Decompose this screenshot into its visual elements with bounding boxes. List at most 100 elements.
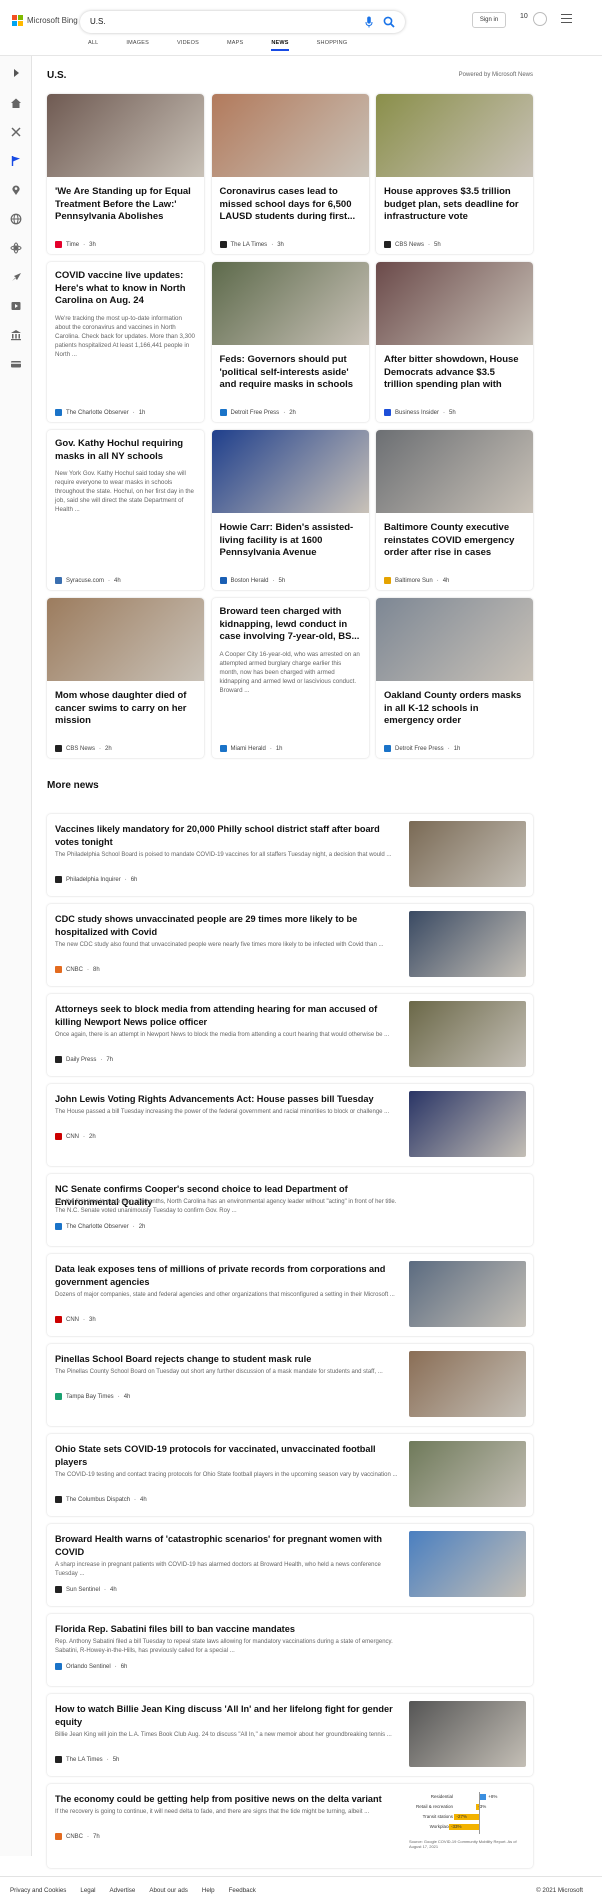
footer-link-feedback[interactable]: Feedback [229,1887,256,1894]
tab-shopping[interactable]: SHOPPING [317,40,348,51]
news-list-item[interactable]: The economy could be getting help from p… [47,1784,533,1868]
tab-videos[interactable]: VIDEOS [177,40,199,51]
tab-maps[interactable]: MAPS [227,40,243,51]
news-card-title[interactable]: Feds: Governors should put 'political se… [212,345,369,392]
news-item-source[interactable]: Tampa Bay Times · 4h [55,1393,130,1400]
footer-link-advertise[interactable]: Advertise [110,1887,136,1894]
search-box[interactable]: U.S. [80,11,405,33]
footer-link-about-our-ads[interactable]: About our ads [149,1887,188,1894]
news-card-image[interactable] [376,430,533,513]
news-card-image[interactable] [211,262,369,345]
news-card-title[interactable]: Howie Carr: Biden's assisted-living faci… [212,513,369,560]
money-icon[interactable] [10,358,22,370]
news-card-source[interactable]: The Charlotte Observer · 1h [55,409,145,416]
news-card[interactable]: House approves $3.5 trillion budget plan… [376,94,533,254]
news-item-source[interactable]: The Charlotte Observer · 2h [55,1223,145,1230]
footer-link-legal[interactable]: Legal [80,1887,95,1894]
news-card-title[interactable]: Baltimore County executive reinstates CO… [376,513,533,560]
news-list-item[interactable]: Data leak exposes tens of millions of pr… [47,1254,533,1336]
news-card[interactable]: Howie Carr: Biden's assisted-living faci… [211,430,369,590]
news-list-item[interactable]: Florida Rep. Sabatini files bill to ban … [47,1614,533,1686]
news-card-source[interactable]: Boston Herald · 5h [219,577,285,584]
menu-hamburger-icon[interactable] [561,14,572,23]
news-item-source[interactable]: CNN · 2h [55,1133,96,1140]
news-card-source[interactable]: Baltimore Sun · 4h [384,577,449,584]
news-card-title[interactable]: House approves $3.5 trillion budget plan… [376,177,533,224]
world-icon[interactable] [10,213,22,225]
news-list-item[interactable]: John Lewis Voting Rights Advancements Ac… [47,1084,533,1166]
news-item-source[interactable]: CNBC · 7h [55,1833,100,1840]
search-input[interactable]: U.S. [90,17,106,26]
news-item-source[interactable]: The Columbus Dispatch · 4h [55,1496,147,1503]
news-list-item[interactable]: Vaccines likely mandatory for 20,000 Phi… [47,814,533,896]
news-card[interactable]: Coronavirus cases lead to missed school … [211,94,369,254]
news-item-title[interactable]: CDC study shows unvaccinated people are … [55,913,400,938]
tech-icon[interactable] [10,271,22,283]
news-item-title[interactable]: Pinellas School Board rejects change to … [55,1353,400,1366]
news-card-title[interactable]: After bitter showdown, House Democrats a… [376,345,533,392]
microphone-icon[interactable] [365,16,373,28]
sports-icon[interactable] [10,126,22,138]
sign-in-button[interactable]: Sign in [472,12,506,28]
news-item-source[interactable]: Daily Press · 7h [55,1056,113,1063]
news-card[interactable]: Baltimore County executive reinstates CO… [376,430,533,590]
news-card[interactable]: COVID vaccine live updates: Here's what … [47,262,204,422]
news-item-title[interactable]: How to watch Billie Jean King discuss 'A… [55,1703,400,1728]
news-card-image[interactable] [376,262,533,345]
news-item-thumbnail[interactable] [409,1261,526,1327]
news-card-source[interactable]: Miami Herald · 1h [219,745,283,752]
news-card[interactable]: After bitter showdown, House Democrats a… [376,262,533,422]
news-item-source[interactable]: Sun Sentinel · 4h [55,1586,117,1593]
news-item-thumbnail[interactable] [409,1001,526,1067]
news-card[interactable]: Broward teen charged with kidnapping, le… [211,598,369,758]
news-card[interactable]: Gov. Kathy Hochul requiring masks in all… [47,430,204,590]
news-item-title[interactable]: Florida Rep. Sabatini files bill to ban … [55,1623,400,1636]
news-item-title[interactable]: Vaccines likely mandatory for 20,000 Phi… [55,823,400,848]
news-card[interactable]: Feds: Governors should put 'political se… [211,262,369,422]
expand-icon[interactable] [10,67,22,79]
news-item-source[interactable]: CNBC · 8h [55,966,100,973]
news-item-source[interactable]: CNN · 3h [55,1316,96,1323]
news-card[interactable]: 'We Are Standing up for Equal Treatment … [47,94,204,254]
news-card-image[interactable] [211,94,369,177]
news-list-item[interactable]: Broward Health warns of 'catastrophic sc… [47,1524,533,1606]
tab-news[interactable]: NEWS [271,40,289,51]
news-item-thumbnail[interactable] [409,821,526,887]
news-card-source[interactable]: Detroit Free Press · 1h [384,745,460,752]
news-card-title[interactable]: COVID vaccine live updates: Here's what … [47,262,204,308]
science-icon[interactable] [10,242,22,254]
location-icon[interactable] [10,184,22,196]
news-card-image[interactable] [376,598,533,681]
news-item-title[interactable]: Broward Health warns of 'catastrophic sc… [55,1533,400,1558]
news-item-title[interactable]: Data leak exposes tens of millions of pr… [55,1263,400,1288]
news-item-thumbnail[interactable] [409,1091,526,1157]
news-card-title[interactable]: Mom whose daughter died of cancer swims … [47,681,204,728]
news-card-image[interactable] [47,94,204,177]
news-card[interactable]: Mom whose daughter died of cancer swims … [47,598,204,758]
politics-icon[interactable] [10,329,22,341]
bing-logo[interactable]: Microsoft Bing [12,15,78,26]
flag-icon[interactable] [10,155,22,167]
tab-all[interactable]: ALL [88,40,98,51]
rewards-trophy-icon[interactable] [533,12,547,26]
news-item-thumbnail[interactable] [409,1531,526,1597]
news-card-source[interactable]: Detroit Free Press · 2h [219,409,296,416]
search-icon[interactable] [383,16,395,28]
news-card-image[interactable] [376,94,533,177]
news-card-title[interactable]: Gov. Kathy Hochul requiring masks in all… [47,430,204,463]
news-list-item[interactable]: Pinellas School Board rejects change to … [47,1344,533,1426]
news-card[interactable]: Oakland County orders masks in all K-12 … [376,598,533,758]
news-item-thumbnail[interactable] [409,1701,526,1767]
home-icon[interactable] [10,97,22,109]
news-item-thumbnail[interactable] [409,911,526,977]
news-card-image[interactable] [211,430,369,513]
news-item-title[interactable]: John Lewis Voting Rights Advancements Ac… [55,1093,400,1106]
news-item-thumbnail[interactable] [409,1351,526,1417]
news-list-item[interactable]: CDC study shows unvaccinated people are … [47,904,533,986]
news-item-thumbnail[interactable] [409,1441,526,1507]
footer-link-privacy-and-cookies[interactable]: Privacy and Cookies [10,1887,66,1894]
news-card-title[interactable]: Broward teen charged with kidnapping, le… [212,598,369,644]
news-card-source[interactable]: CBS News · 2h [55,745,112,752]
news-item-title[interactable]: The economy could be getting help from p… [55,1793,400,1806]
news-list-item[interactable]: How to watch Billie Jean King discuss 'A… [47,1694,533,1776]
